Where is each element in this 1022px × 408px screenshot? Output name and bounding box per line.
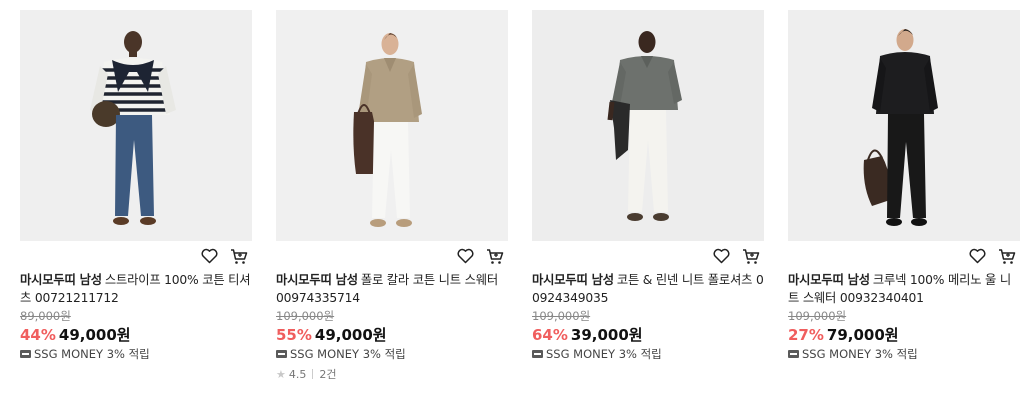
sale-price: 39,000원 bbox=[570, 326, 643, 344]
product-image[interactable] bbox=[532, 10, 764, 241]
card-actions bbox=[276, 241, 508, 271]
product-card[interactable]: 마시모두띠 남성 스트라이프 100% 코튼 티셔츠 00721211712 89… bbox=[20, 10, 252, 362]
ssg-money-icon bbox=[20, 350, 31, 358]
card-actions bbox=[788, 241, 1020, 271]
ssg-money-row: SSG MONEY 3% 적립 bbox=[276, 346, 508, 362]
cart-icon[interactable] bbox=[228, 245, 250, 267]
product-title[interactable]: 마시모두띠 남성 스트라이프 100% 코튼 티셔츠 00721211712 bbox=[20, 271, 252, 307]
product-title[interactable]: 마시모두띠 남성 폴로 칼라 코튼 니트 스웨터 00974335714 bbox=[276, 271, 508, 307]
heart-icon[interactable] bbox=[454, 245, 476, 267]
product-brand: 마시모두띠 남성 bbox=[788, 273, 870, 287]
discount-rate: 55% bbox=[276, 326, 312, 344]
price-row: 44% 49,000원 bbox=[20, 324, 252, 345]
original-price: 109,000원 bbox=[788, 309, 847, 323]
rating-divider bbox=[312, 369, 314, 379]
man-striped-sweater-photo bbox=[20, 10, 252, 241]
ssg-money-text: SSG MONEY 3% 적립 bbox=[290, 347, 406, 361]
discount-rate: 44% bbox=[20, 326, 56, 344]
product-card[interactable]: 마시모두띠 남성 폴로 칼라 코튼 니트 스웨터 00974335714 109,… bbox=[276, 10, 508, 382]
product-image[interactable] bbox=[276, 10, 508, 241]
man-grey-polo-photo bbox=[532, 10, 764, 241]
sale-price: 49,000원 bbox=[58, 326, 131, 344]
rating-score: 4.5 bbox=[288, 367, 307, 381]
ssg-money-text: SSG MONEY 3% 적립 bbox=[546, 347, 662, 361]
product-brand: 마시모두띠 남성 bbox=[276, 273, 358, 287]
ssg-money-row: SSG MONEY 3% 적립 bbox=[788, 346, 1020, 362]
product-image[interactable] bbox=[788, 10, 1020, 241]
ssg-money-text: SSG MONEY 3% 적립 bbox=[802, 347, 918, 361]
heart-icon[interactable] bbox=[966, 245, 988, 267]
ssg-money-icon bbox=[276, 350, 287, 358]
product-card[interactable]: 마시모두띠 남성 크루넥 100% 메리노 울 니트 스웨터 0093234040… bbox=[788, 10, 1020, 362]
price-row: 55% 49,000원 bbox=[276, 324, 508, 345]
ssg-money-icon bbox=[532, 350, 543, 358]
price-row: 64% 39,000원 bbox=[532, 324, 764, 345]
star-icon: ★ bbox=[276, 367, 286, 381]
product-grid: 마시모두띠 남성 스트라이프 100% 코튼 티셔츠 00721211712 89… bbox=[0, 0, 1022, 408]
man-black-sweater-photo bbox=[788, 10, 1020, 241]
ssg-money-text: SSG MONEY 3% 적립 bbox=[34, 347, 150, 361]
product-title[interactable]: 마시모두띠 남성 크루넥 100% 메리노 울 니트 스웨터 0093234040… bbox=[788, 271, 1020, 307]
original-price: 109,000원 bbox=[532, 309, 591, 323]
man-polo-knit-photo bbox=[276, 10, 508, 241]
product-image[interactable] bbox=[20, 10, 252, 241]
original-price: 109,000원 bbox=[276, 309, 335, 323]
product-card[interactable]: 마시모두띠 남성 코튼 & 린넨 니트 폴로셔츠 00924349035 109,… bbox=[532, 10, 764, 362]
cart-icon[interactable] bbox=[996, 245, 1018, 267]
ssg-money-row: SSG MONEY 3% 적립 bbox=[532, 346, 764, 362]
price-row: 27% 79,000원 bbox=[788, 324, 1020, 345]
cart-icon[interactable] bbox=[484, 245, 506, 267]
cart-icon[interactable] bbox=[740, 245, 762, 267]
ssg-money-icon bbox=[788, 350, 799, 358]
discount-rate: 27% bbox=[788, 326, 824, 344]
sale-price: 49,000원 bbox=[314, 326, 387, 344]
sale-price: 79,000원 bbox=[826, 326, 899, 344]
heart-icon[interactable] bbox=[710, 245, 732, 267]
card-actions bbox=[532, 241, 764, 271]
review-count: 2건 bbox=[319, 368, 337, 381]
heart-icon[interactable] bbox=[198, 245, 220, 267]
original-price: 89,000원 bbox=[20, 309, 71, 323]
product-title[interactable]: 마시모두띠 남성 코튼 & 린넨 니트 폴로셔츠 00924349035 bbox=[532, 271, 764, 307]
ssg-money-row: SSG MONEY 3% 적립 bbox=[20, 346, 252, 362]
card-actions bbox=[20, 241, 252, 271]
product-brand: 마시모두띠 남성 bbox=[20, 273, 102, 287]
product-brand: 마시모두띠 남성 bbox=[532, 273, 614, 287]
rating-row: ★ 4.5 2건 bbox=[276, 366, 508, 382]
discount-rate: 64% bbox=[532, 326, 568, 344]
